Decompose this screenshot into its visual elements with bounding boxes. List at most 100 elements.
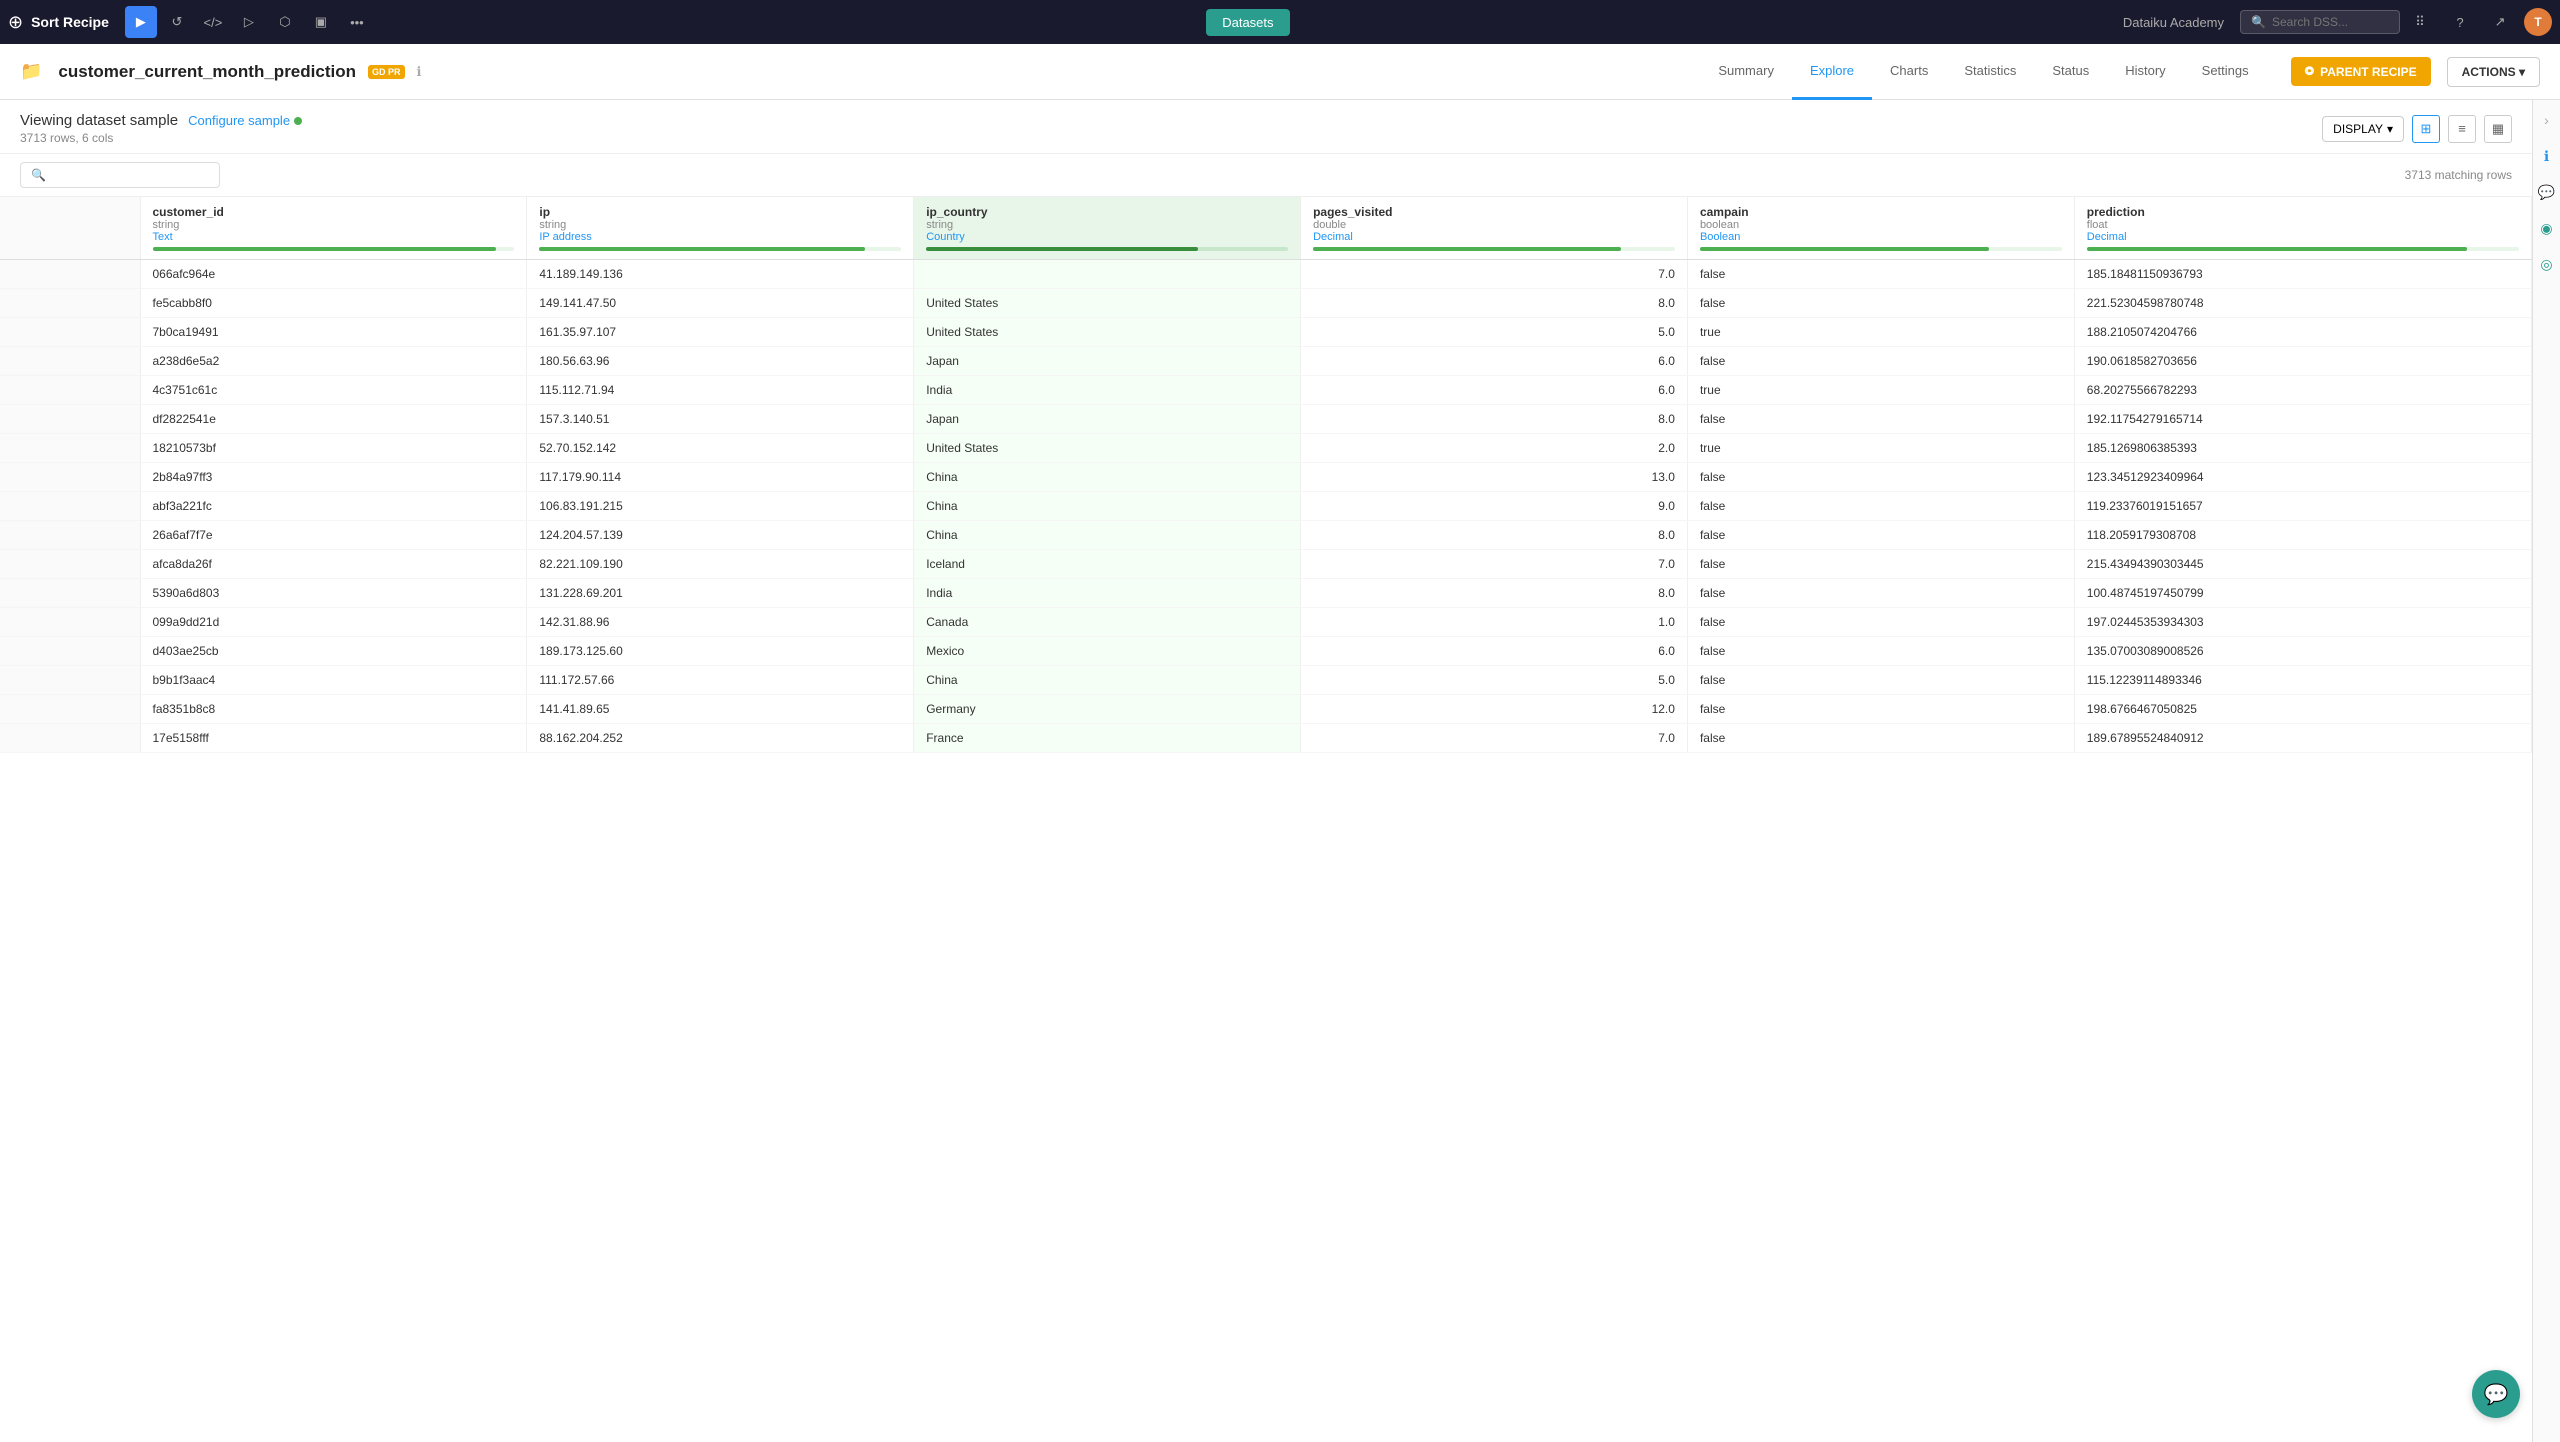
col-header-customer-id[interactable]: customer_id string Text: [140, 197, 527, 260]
tab-summary[interactable]: Summary: [1700, 44, 1792, 100]
table-row: a238d6e5a2180.56.63.96Japan6.0false190.0…: [0, 347, 2532, 376]
cell-customer_id: a238d6e5a2: [140, 347, 527, 376]
code-icon[interactable]: </>: [197, 6, 229, 38]
cell-pages_visited: 6.0: [1301, 376, 1688, 405]
row-index: [0, 492, 140, 521]
tab-explore[interactable]: Explore: [1792, 44, 1872, 100]
cell-customer_id: d403ae25cb: [140, 637, 527, 666]
cell-campain: false: [1687, 289, 2074, 318]
row-index: [0, 260, 140, 289]
cell-customer_id: 5390a6d803: [140, 579, 527, 608]
row-index-header: [0, 197, 140, 260]
avatar[interactable]: T: [2524, 8, 2552, 36]
search-box[interactable]: 🔍: [2240, 10, 2400, 34]
info-icon[interactable]: ℹ: [417, 64, 422, 80]
tab-charts[interactable]: Charts: [1872, 44, 1946, 100]
sidebar-expand-icon[interactable]: ›: [2535, 108, 2559, 132]
configure-sample-link[interactable]: Configure sample: [188, 113, 302, 128]
cell-customer_id: df2822541e: [140, 405, 527, 434]
parent-recipe-button[interactable]: ⭗ PARENT RECIPE: [2291, 57, 2431, 86]
viewing-header: Viewing dataset sample Configure sample …: [0, 100, 2532, 154]
cell-ip: 82.221.109.190: [527, 550, 914, 579]
cell-ip: 115.112.71.94: [527, 376, 914, 405]
cell-pages_visited: 5.0: [1301, 318, 1688, 347]
cell-campain: false: [1687, 724, 2074, 753]
col-header-prediction[interactable]: prediction float Decimal: [2074, 197, 2531, 260]
flow-icon[interactable]: ▶: [125, 6, 157, 38]
terminal-icon[interactable]: ▣: [305, 6, 337, 38]
cell-ip_country: United States: [914, 434, 1301, 463]
cell-pages_visited: 8.0: [1301, 521, 1688, 550]
table-row: b9b1f3aac4111.172.57.66China5.0false115.…: [0, 666, 2532, 695]
sidebar-circle2-icon[interactable]: ◎: [2535, 252, 2559, 276]
cell-campain: false: [1687, 637, 2074, 666]
row-index: [0, 318, 140, 347]
content-area: Viewing dataset sample Configure sample …: [0, 100, 2532, 1442]
parent-recipe-label: PARENT RECIPE: [2320, 65, 2416, 79]
cell-ip: 157.3.140.51: [527, 405, 914, 434]
more-icon[interactable]: •••: [341, 6, 373, 38]
dataiku-academy-link[interactable]: Dataiku Academy: [2123, 15, 2224, 30]
actions-button[interactable]: ACTIONS ▾: [2447, 57, 2540, 87]
cell-ip_country: Japan: [914, 347, 1301, 376]
row-index: [0, 724, 140, 753]
cell-customer_id: 18210573bf: [140, 434, 527, 463]
help-icon[interactable]: ?: [2444, 6, 2476, 38]
table-header-row: customer_id string Text ip string IP add…: [0, 197, 2532, 260]
search-input[interactable]: [2272, 15, 2392, 29]
configure-sample-label: Configure sample: [188, 113, 290, 128]
matching-rows-count: 3713 matching rows: [2405, 168, 2512, 182]
chart-view-icon[interactable]: ▦: [2484, 115, 2512, 143]
cell-customer_id: 4c3751c61c: [140, 376, 527, 405]
cell-prediction: 188.2105074204766: [2074, 318, 2531, 347]
deploy-icon[interactable]: ⬡: [269, 6, 301, 38]
cell-campain: true: [1687, 434, 2074, 463]
col-type: string: [539, 219, 901, 231]
data-table-container[interactable]: customer_id string Text ip string IP add…: [0, 197, 2532, 1442]
cell-campain: false: [1687, 579, 2074, 608]
cell-ip: 106.83.191.215: [527, 492, 914, 521]
grid-view-icon[interactable]: ⊞: [2412, 115, 2440, 143]
display-button[interactable]: DISPLAY ▾: [2322, 116, 2404, 142]
sidebar-circle-icon[interactable]: ◉: [2535, 216, 2559, 240]
grid-icon[interactable]: ⠿: [2404, 6, 2436, 38]
viewing-info: Viewing dataset sample Configure sample …: [20, 112, 302, 145]
sidebar-comment-icon[interactable]: 💬: [2535, 180, 2559, 204]
cell-ip: 141.41.89.65: [527, 695, 914, 724]
cell-ip: 189.173.125.60: [527, 637, 914, 666]
col-header-ip[interactable]: ip string IP address: [527, 197, 914, 260]
chevron-down-icon: ▾: [2519, 65, 2525, 79]
row-index: [0, 434, 140, 463]
top-nav-right: ⠿ ? ↗ T: [2404, 6, 2552, 38]
cell-ip: 161.35.97.107: [527, 318, 914, 347]
cell-campain: false: [1687, 608, 2074, 637]
cell-customer_id: fa8351b8c8: [140, 695, 527, 724]
col-header-ip-country[interactable]: ip_country string Country: [914, 197, 1301, 260]
row-index: [0, 521, 140, 550]
sidebar-info-icon[interactable]: ℹ: [2535, 144, 2559, 168]
cell-customer_id: fe5cabb8f0: [140, 289, 527, 318]
col-type: string: [926, 219, 1288, 231]
cell-customer_id: abf3a221fc: [140, 492, 527, 521]
table-row: 066afc964e41.189.149.1367.0false185.1848…: [0, 260, 2532, 289]
row-index: [0, 550, 140, 579]
datasets-tab[interactable]: Datasets: [1206, 9, 1289, 36]
chat-button[interactable]: 💬: [2472, 1370, 2520, 1418]
refresh-icon[interactable]: ↺: [161, 6, 193, 38]
tab-history[interactable]: History: [2107, 44, 2183, 100]
col-header-campain[interactable]: campain boolean Boolean: [1687, 197, 2074, 260]
tab-statistics[interactable]: Statistics: [1946, 44, 2034, 100]
list-view-icon[interactable]: ≡: [2448, 115, 2476, 143]
tab-settings[interactable]: Settings: [2184, 44, 2267, 100]
table-search-input[interactable]: [52, 168, 209, 182]
notifications-icon[interactable]: ↗: [2484, 6, 2516, 38]
play-icon[interactable]: ▷: [233, 6, 265, 38]
chevron-down-icon: ▾: [2387, 122, 2393, 136]
row-index: [0, 463, 140, 492]
actions-label: ACTIONS: [2462, 65, 2516, 79]
col-header-pages-visited[interactable]: pages_visited double Decimal: [1301, 197, 1688, 260]
table-search-container[interactable]: 🔍: [20, 162, 220, 188]
cell-ip_country: [914, 260, 1301, 289]
row-index: [0, 608, 140, 637]
tab-status[interactable]: Status: [2034, 44, 2107, 100]
